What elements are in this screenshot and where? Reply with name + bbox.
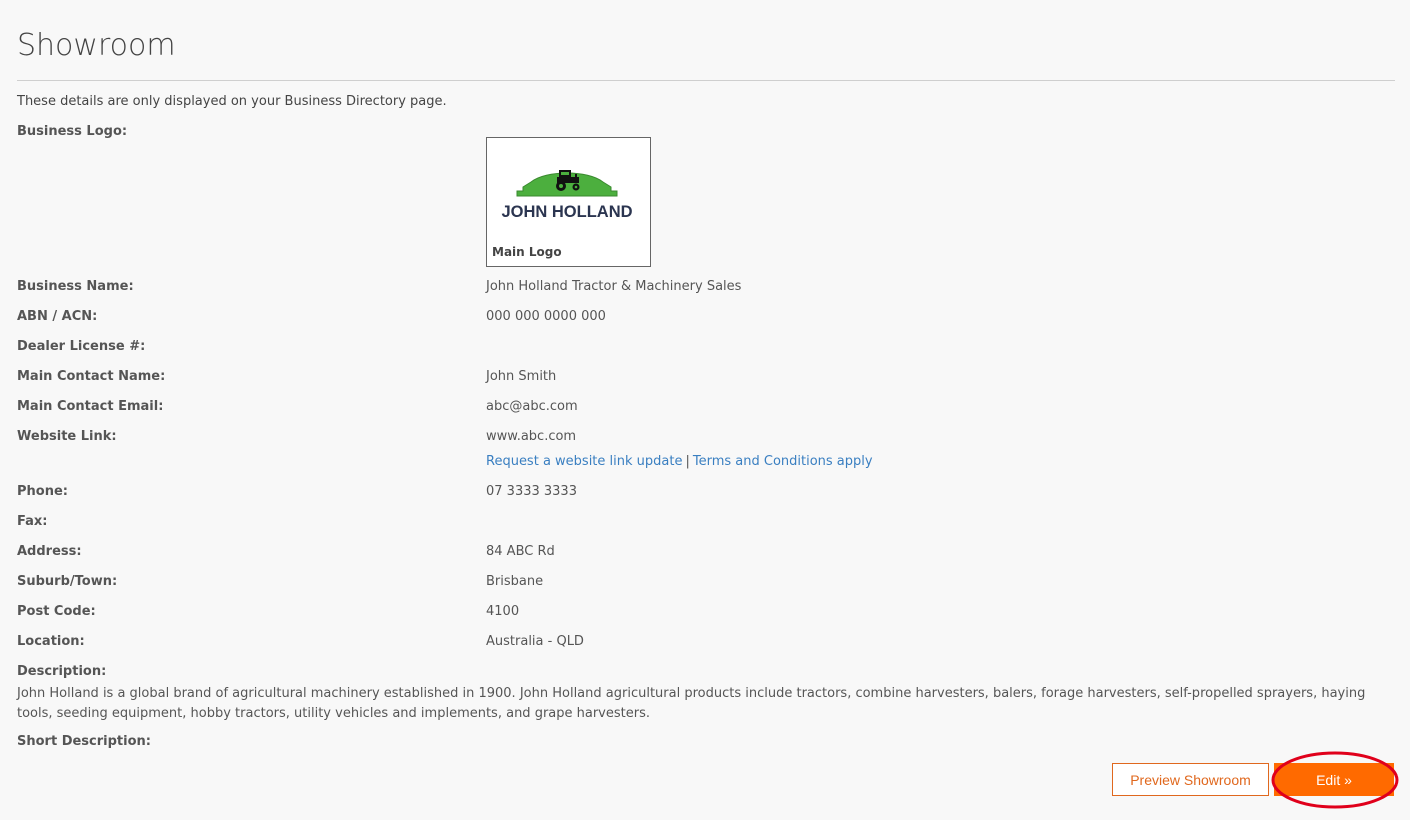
fax-label: Fax: bbox=[17, 514, 48, 529]
dealer-license-label: Dealer License #: bbox=[17, 339, 146, 354]
abn-label: ABN / ACN: bbox=[17, 309, 98, 324]
suburb-label: Suburb/Town: bbox=[17, 574, 118, 589]
contact-email-label: Main Contact Email: bbox=[17, 399, 164, 414]
short-description-label: Short Description: bbox=[17, 734, 151, 749]
phone-label: Phone: bbox=[17, 484, 68, 499]
address-value: 84 ABC Rd bbox=[486, 544, 555, 559]
business-logo-image: JOHN HOLLAND bbox=[491, 142, 643, 242]
location-label: Location: bbox=[17, 634, 85, 649]
location-value: Australia - QLD bbox=[486, 634, 584, 649]
intro-text: These details are only displayed on your… bbox=[17, 94, 447, 109]
link-separator: | bbox=[685, 454, 690, 469]
terms-conditions-link[interactable]: Terms and Conditions apply bbox=[693, 454, 873, 469]
abn-value: 000 000 0000 000 bbox=[486, 309, 606, 324]
description-label: Description: bbox=[17, 664, 107, 679]
page-title: Showroom bbox=[17, 28, 176, 63]
preview-showroom-button[interactable]: Preview Showroom bbox=[1112, 763, 1269, 796]
address-label: Address: bbox=[17, 544, 82, 559]
description-value: John Holland is a global brand of agricu… bbox=[17, 686, 1366, 721]
phone-value: 07 3333 3333 bbox=[486, 484, 577, 499]
website-value: www.abc.com bbox=[486, 429, 577, 444]
logo-caption: Main Logo bbox=[492, 245, 562, 259]
postcode-label: Post Code: bbox=[17, 604, 96, 619]
business-name-value: John Holland Tractor & Machinery Sales bbox=[486, 279, 742, 294]
tractor-icon: JOHN HOLLAND bbox=[501, 170, 633, 221]
business-logo-card[interactable]: JOHN HOLLAND Main Logo bbox=[486, 137, 651, 267]
postcode-value: 4100 bbox=[486, 604, 520, 619]
website-label: Website Link: bbox=[17, 429, 117, 444]
business-logo-label: Business Logo: bbox=[17, 124, 128, 139]
contact-email-value: abc@abc.com bbox=[486, 399, 578, 414]
website-links: Request a website link update | Terms and … bbox=[486, 454, 873, 469]
request-website-update-link[interactable]: Request a website link update bbox=[486, 454, 682, 469]
contact-name-value: John Smith bbox=[486, 369, 557, 384]
title-divider bbox=[17, 80, 1395, 81]
showroom-page: Showroom These details are only displaye… bbox=[0, 0, 1410, 820]
contact-name-label: Main Contact Name: bbox=[17, 369, 166, 384]
edit-button[interactable]: Edit » bbox=[1274, 763, 1394, 796]
business-name-label: Business Name: bbox=[17, 279, 134, 294]
suburb-value: Brisbane bbox=[486, 574, 544, 589]
logo-brand-text: JOHN HOLLAND bbox=[501, 203, 632, 221]
